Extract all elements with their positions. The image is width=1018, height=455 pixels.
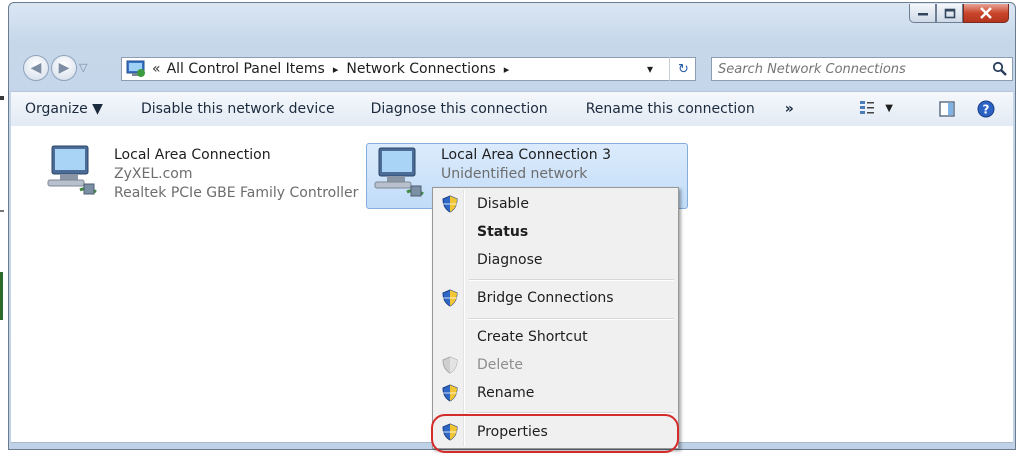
menu-item-label: Disable — [477, 196, 529, 212]
maximize-icon — [944, 8, 955, 18]
network-adapter-icon — [369, 144, 433, 208]
uac-shield-disabled-icon — [442, 356, 458, 374]
uac-shield-icon — [442, 195, 458, 213]
address-bar[interactable]: « All Control Panel Items ▸ Network Conn… — [121, 57, 696, 81]
recent-pages-dropdown-icon[interactable]: ▽ — [79, 61, 87, 74]
uac-shield-icon — [442, 289, 458, 307]
background-edge-mark — [0, 210, 4, 212]
connection-network: Unidentified network — [441, 166, 588, 182]
menu-item-label: Create Shortcut — [477, 329, 588, 345]
minimize-button[interactable] — [909, 4, 936, 23]
close-button[interactable] — [963, 4, 1009, 23]
menu-item-delete: Delete — [435, 352, 676, 378]
menu-item-label: Status — [477, 224, 529, 240]
disable-device-button[interactable]: Disable this network device — [115, 101, 347, 117]
more-commands-button[interactable]: » — [767, 101, 806, 117]
breadcrumb-all-control-panel-items[interactable]: All Control Panel Items — [167, 61, 325, 77]
connection-name: Local Area Connection — [114, 147, 271, 163]
organize-button[interactable]: Organize ▼ — [11, 101, 115, 117]
menu-item-diagnose[interactable]: Diagnose — [435, 247, 676, 273]
background-edge-mark — [0, 272, 3, 320]
svg-text:?: ? — [983, 103, 990, 117]
address-dropdown-icon[interactable]: ▾ — [647, 62, 653, 76]
background-edge-mark — [0, 96, 4, 100]
connection-adapter: Realtek PCIe GBE Family Controller — [114, 185, 359, 201]
menu-item-bridge-connections[interactable]: Bridge Connections — [435, 285, 676, 311]
view-dropdown-icon: ▼ — [885, 102, 893, 114]
connection-network: ZyXEL.com — [114, 166, 193, 182]
help-button[interactable]: ? — [977, 100, 995, 122]
connection-item[interactable]: Local Area Connection ZyXEL.com Realtek … — [40, 140, 360, 208]
rename-connection-button[interactable]: Rename this connection — [560, 101, 767, 117]
preview-pane-button[interactable] — [939, 101, 955, 121]
control-panel-icon — [126, 60, 146, 78]
menu-item-status[interactable]: Status — [435, 219, 676, 245]
menu-item-create-shortcut[interactable]: Create Shortcut — [435, 324, 676, 350]
maximize-button[interactable] — [936, 4, 963, 23]
diagnose-connection-button[interactable]: Diagnose this connection — [347, 101, 560, 117]
command-bar: Organize ▼ Disable this network device D… — [11, 91, 1013, 127]
back-arrow-icon: ◀ — [30, 60, 42, 76]
caption-buttons — [909, 4, 1009, 23]
menu-item-rename[interactable]: Rename — [435, 380, 676, 406]
breadcrumb-separator-icon[interactable]: ▸ — [504, 63, 510, 76]
search-input[interactable] — [712, 60, 984, 78]
menu-item-label: Rename — [477, 385, 535, 401]
forward-arrow-icon: ▶ — [58, 60, 70, 76]
preview-pane-icon — [939, 101, 955, 117]
search-box[interactable] — [711, 57, 1013, 81]
refresh-icon: ↻ — [678, 61, 689, 77]
refresh-button[interactable]: ↻ — [669, 57, 697, 81]
connection-name: Local Area Connection 3 — [441, 147, 611, 163]
search-icon[interactable] — [992, 61, 1008, 77]
change-view-button[interactable]: ▼ — [859, 100, 893, 116]
breadcrumb-separator-icon[interactable]: ▸ — [333, 63, 339, 76]
uac-shield-icon — [442, 384, 458, 402]
context-menu: Disable Status Diagnose Bridge Connectio… — [432, 187, 679, 449]
menu-separator — [469, 318, 674, 320]
menu-item-label: Delete — [477, 357, 523, 373]
menu-item-disable[interactable]: Disable — [435, 191, 676, 217]
back-button[interactable]: ◀ — [23, 55, 49, 81]
help-icon: ? — [977, 100, 995, 118]
address-row: ◀ ▶ ▽ « All Control Panel Items ▸ Networ… — [23, 55, 1013, 85]
close-icon — [980, 7, 992, 19]
breadcrumb-network-connections[interactable]: Network Connections — [346, 61, 495, 77]
menu-separator — [469, 279, 674, 281]
network-adapter-icon — [40, 140, 104, 204]
address-overflow-chevron[interactable]: « — [152, 61, 161, 77]
menu-item-label: Bridge Connections — [477, 290, 614, 306]
properties-highlight-annotation — [431, 414, 679, 453]
minimize-icon — [917, 13, 928, 16]
menu-item-label: Diagnose — [477, 252, 543, 268]
forward-button[interactable]: ▶ — [51, 55, 77, 81]
view-options-icon — [860, 101, 875, 114]
